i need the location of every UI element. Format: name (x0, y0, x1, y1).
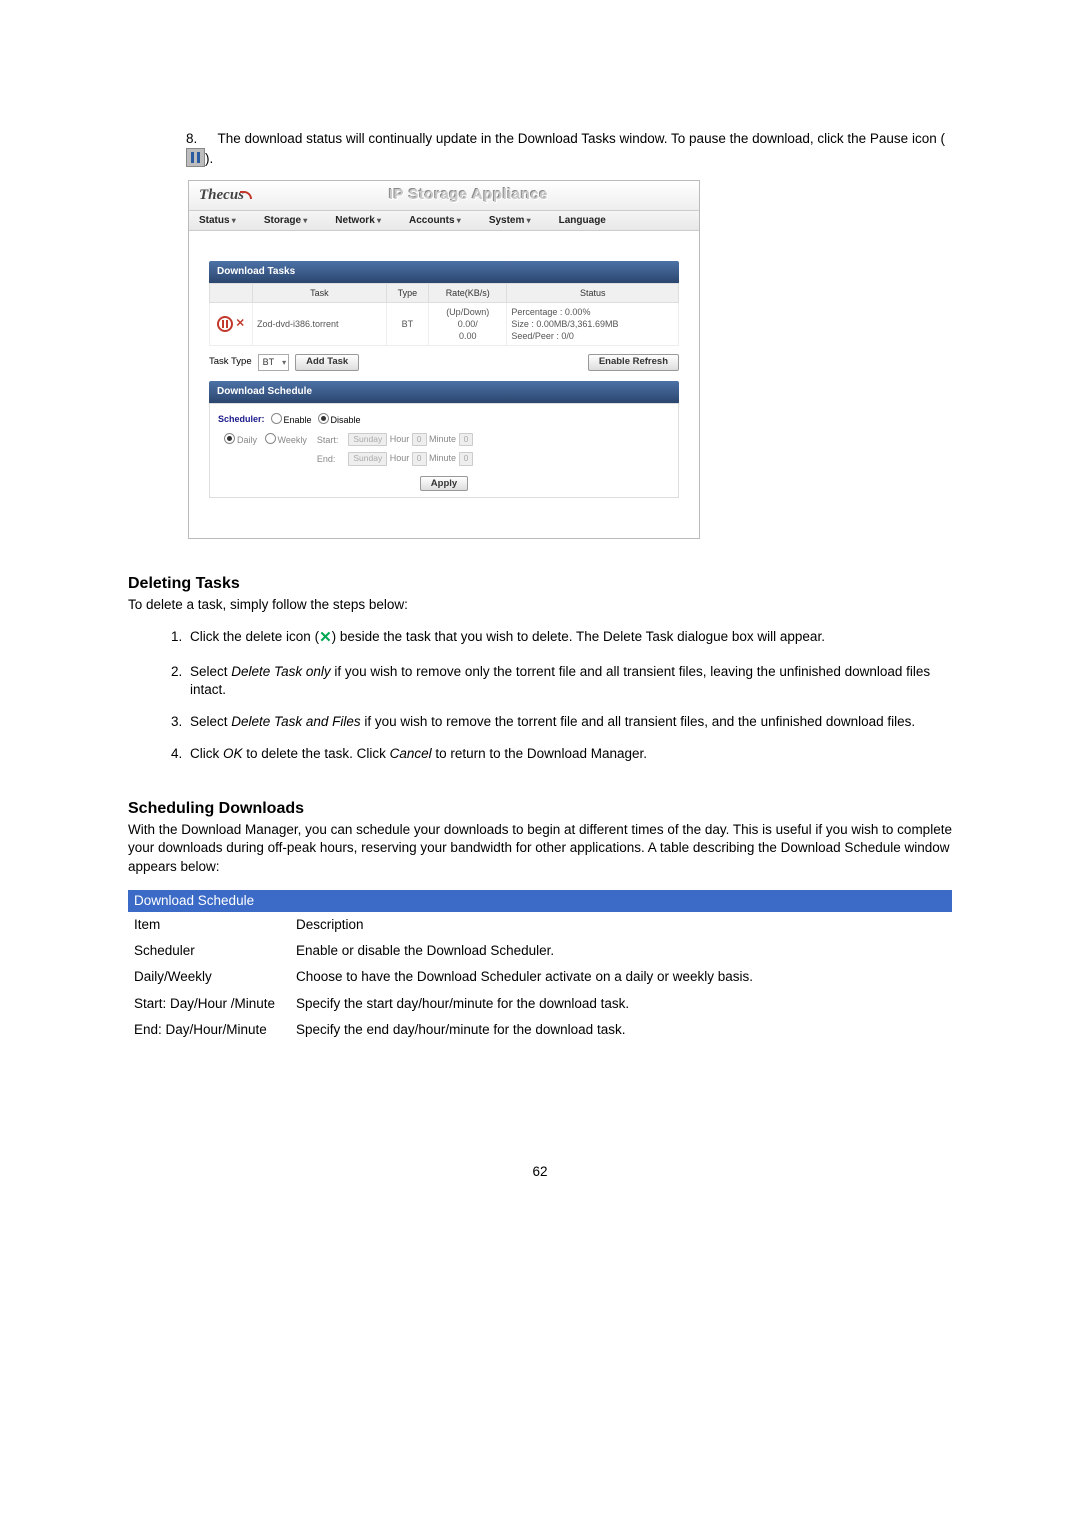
end-minute-select[interactable]: 0 (459, 452, 474, 465)
end-label: End: (313, 450, 343, 467)
tasks-table: Task Type Rate(KB/s) Status ✕ Zod-dvd-i3… (209, 283, 679, 347)
th-rate: Rate(KB/s) (429, 283, 507, 302)
start-minute-select[interactable]: 0 (459, 433, 474, 446)
row0-desc: Enable or disable the Download Scheduler… (290, 938, 952, 964)
end-day-select[interactable]: Sunday (348, 452, 387, 465)
deleting-tasks-heading: Deleting Tasks (128, 573, 952, 595)
step-1: Click the delete icon (✕) beside the tas… (186, 628, 952, 648)
task-type-label: Task Type (209, 356, 252, 369)
cell-rate: (Up/Down) 0.00/ 0.00 (429, 302, 507, 345)
weekly-text: Weekly (278, 435, 307, 445)
step4-b: to delete the task. Click (243, 746, 390, 761)
step4-a: Click (190, 746, 223, 761)
radio-enable[interactable] (271, 413, 282, 424)
cell-status: Percentage : 0.00% Size : 0.00MB/3,361.6… (507, 302, 679, 345)
row3-item: End: Day/Hour/Minute (128, 1017, 290, 1043)
table-row: ✕ Zod-dvd-i386.torrent BT (Up/Down) 0.00… (210, 302, 679, 345)
pause-icon (186, 148, 205, 167)
step1-a: Click the delete icon ( (190, 629, 319, 644)
schedule-table: Daily Weekly Start: Sunday Hour 0 Minute… (218, 429, 479, 470)
step3-em: Delete Task and Files (231, 714, 360, 729)
row2-item: Start: Day/Hour /Minute (128, 991, 290, 1017)
download-schedule-header: Download Schedule (209, 381, 679, 403)
menu-system[interactable]: System (489, 214, 531, 228)
menu-storage[interactable]: Storage (264, 214, 307, 228)
step-2: Select Delete Task only if you wish to r… (186, 663, 952, 699)
row1-item: Daily/Weekly (128, 964, 290, 990)
step-3: Select Delete Task and Files if you wish… (186, 713, 952, 731)
pause-task-icon[interactable] (217, 316, 233, 332)
item8-text-a: The download status will continually upd… (218, 131, 945, 146)
cell-task: Zod-dvd-i386.torrent (253, 302, 387, 345)
menu-network[interactable]: Network (335, 214, 381, 228)
task-type-select[interactable]: BT (258, 354, 290, 371)
numbered-item-8: 8. The download status will continually … (128, 130, 952, 168)
th-type: Type (386, 283, 428, 302)
th-status: Status (507, 283, 679, 302)
add-task-button[interactable]: Add Task (295, 354, 359, 371)
step-4: Click OK to delete the task. Click Cance… (186, 745, 952, 763)
end-minute-label: Minute (429, 453, 456, 463)
menu-language[interactable]: Language (559, 214, 606, 228)
step4-ok: OK (223, 746, 243, 761)
download-tasks-header: Download Tasks (209, 261, 679, 283)
step2-a: Select (190, 664, 231, 679)
row2-desc: Specify the start day/hour/minute for th… (290, 991, 952, 1017)
app-title: IP Storage Appliance (244, 185, 693, 205)
radio-weekly[interactable] (265, 433, 276, 444)
enable-text: Enable (284, 415, 312, 425)
step1-b: ) beside the task that you wish to delet… (332, 629, 825, 644)
step3-a: Select (190, 714, 231, 729)
cell-type: BT (386, 302, 428, 345)
enable-refresh-button[interactable]: Enable Refresh (588, 354, 679, 371)
daily-text: Daily (237, 435, 257, 445)
start-minute-label: Minute (429, 434, 456, 444)
th-item: Item (128, 912, 290, 938)
scheduler-label: Scheduler: (218, 413, 265, 425)
scheduling-heading: Scheduling Downloads (128, 798, 952, 820)
step3-b: if you wish to remove the torrent file a… (361, 714, 916, 729)
item8-text-b: ). (205, 151, 213, 166)
download-schedule-table: Download Schedule Item Description Sched… (128, 890, 952, 1043)
start-label: Start: (313, 431, 343, 448)
apply-button[interactable]: Apply (420, 476, 468, 491)
end-hour-select[interactable]: 0 (412, 452, 427, 465)
brand-logo: Thecus (195, 185, 244, 205)
screenshot-header: Thecus IP Storage Appliance (189, 181, 699, 210)
step4-cancel: Cancel (390, 746, 432, 761)
step2-em: Delete Task only (231, 664, 330, 679)
dl-sched-title: Download Schedule (128, 890, 952, 912)
start-hour-label: Hour (390, 434, 410, 444)
start-hour-select[interactable]: 0 (412, 433, 427, 446)
row3-desc: Specify the end day/hour/minute for the … (290, 1017, 952, 1043)
deleting-steps: Click the delete icon (✕) beside the tas… (128, 628, 952, 763)
step4-c: to return to the Download Manager. (432, 746, 647, 761)
menu-accounts[interactable]: Accounts (409, 214, 461, 228)
page-number: 62 (128, 1163, 952, 1181)
th-task: Task (253, 283, 387, 302)
row0-item: Scheduler (128, 938, 290, 964)
embedded-screenshot: Thecus IP Storage Appliance Status Stora… (188, 180, 700, 538)
list-number-8: 8. (186, 130, 214, 148)
main-menu: Status Storage Network Accounts System L… (189, 211, 699, 232)
disable-text: Disable (331, 415, 361, 425)
menu-status[interactable]: Status (199, 214, 236, 228)
th-desc: Description (290, 912, 952, 938)
end-hour-label: Hour (390, 453, 410, 463)
delete-task-icon[interactable]: ✕ (236, 318, 245, 330)
row1-desc: Choose to have the Download Scheduler ac… (290, 964, 952, 990)
radio-daily[interactable] (224, 433, 235, 444)
radio-disable[interactable] (318, 413, 329, 424)
scheduling-lead: With the Download Manager, you can sched… (128, 821, 952, 876)
deleting-tasks-lead: To delete a task, simply follow the step… (128, 596, 952, 614)
start-day-select[interactable]: Sunday (348, 433, 387, 446)
delete-x-icon: ✕ (319, 629, 332, 646)
